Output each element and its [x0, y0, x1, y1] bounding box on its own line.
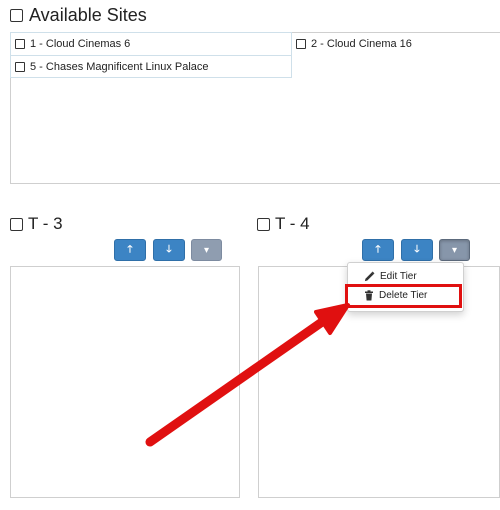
- annotation-arrow: [145, 303, 350, 447]
